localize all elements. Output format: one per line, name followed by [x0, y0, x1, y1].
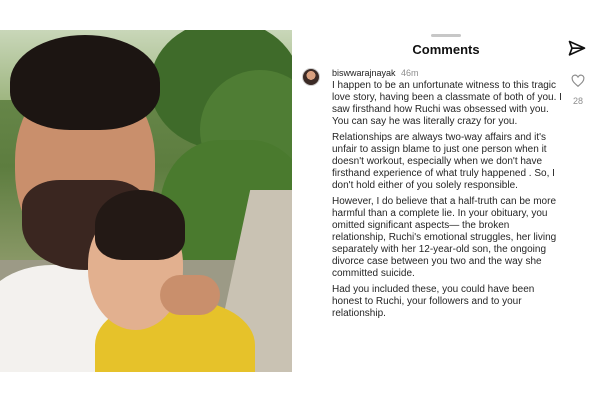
like-control: 28	[570, 74, 586, 106]
heart-outline-icon[interactable]	[571, 74, 585, 88]
comment-username[interactable]: biswwarajnayak	[332, 68, 396, 78]
comment-paragraph: However, I do believe that a half-truth …	[332, 196, 557, 279]
comments-panel: Comments biswwarajnayak 46m I happen to …	[292, 30, 600, 372]
comment-body: I happen to be an unfortunate witness to…	[332, 80, 564, 324]
comments-header: Comments	[292, 30, 600, 70]
comment-paragraph: I happen to be an unfortunate witness to…	[332, 80, 562, 127]
comment-paragraph: Relationships are always two-way affairs…	[332, 132, 555, 191]
comment-paragraph: Had you included these, you could have b…	[332, 284, 535, 319]
like-count: 28	[572, 96, 583, 106]
photo-man-hair	[10, 35, 160, 130]
comment-time: 46m	[401, 68, 419, 78]
photo-arm	[160, 275, 220, 315]
send-icon[interactable]	[567, 39, 587, 59]
comments-title: Comments	[412, 42, 480, 57]
avatar[interactable]	[302, 68, 320, 86]
photo-woman-hair	[95, 190, 185, 260]
comment-meta: biswwarajnayak 46m	[332, 68, 419, 78]
couple-photo	[0, 30, 292, 372]
screenshot-canvas: Comments biswwarajnayak 46m I happen to …	[0, 0, 600, 400]
drag-handle[interactable]	[431, 34, 461, 37]
